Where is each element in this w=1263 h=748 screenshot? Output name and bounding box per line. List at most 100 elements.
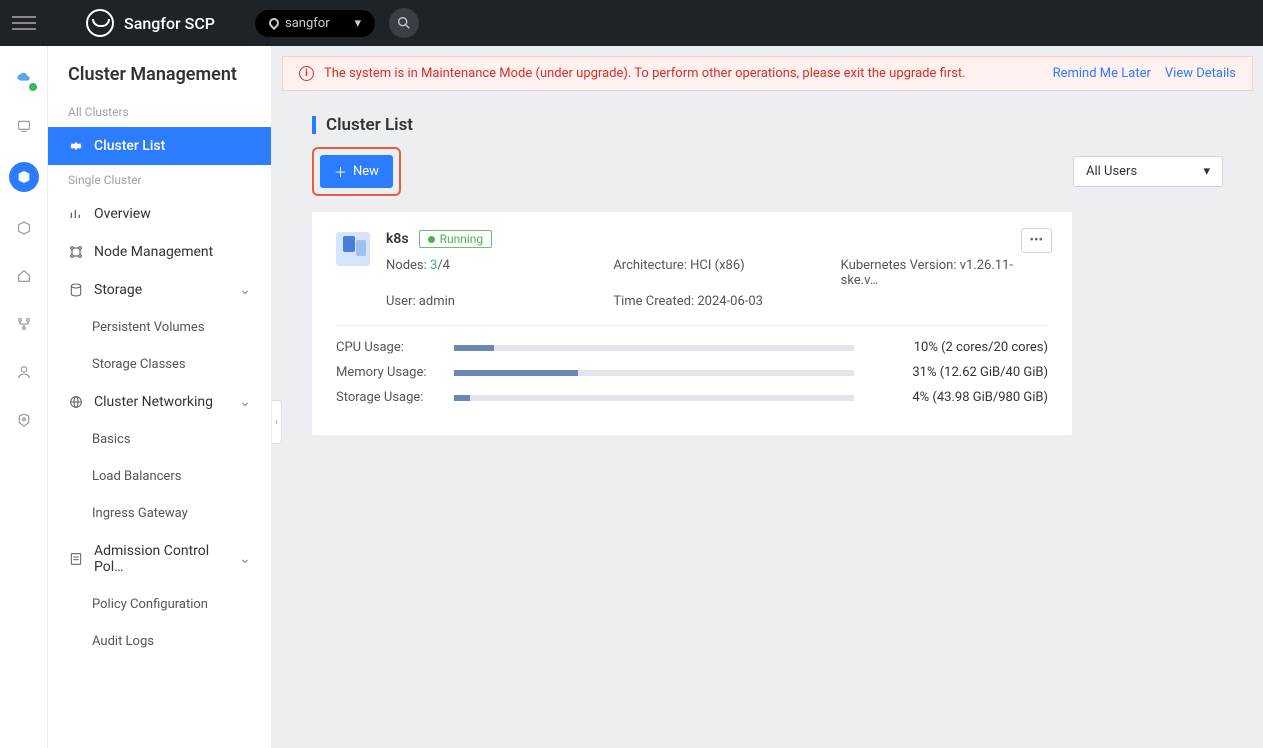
memory-value: 31% (12.62 GiB/40 GiB) (868, 365, 1048, 380)
sidebar-item-label: Ingress Gateway (92, 506, 188, 521)
chevron-down-icon: ⌄ (239, 551, 251, 567)
sidebar-collapse-handle[interactable]: ‹ (272, 400, 282, 444)
banner-message: The system is in Maintenance Mode (under… (324, 66, 966, 81)
meta-created: Time Created: 2024-06-03 (613, 294, 820, 309)
sidebar-title: Cluster Management (48, 46, 271, 97)
accent-bar (312, 116, 316, 134)
sidebar-item-overview[interactable]: Overview (48, 195, 271, 233)
storage-bar (454, 395, 854, 401)
nodes-icon (68, 244, 84, 260)
sidebar: Cluster Management All Clusters Cluster … (48, 46, 272, 748)
new-button[interactable]: ＋ New (320, 155, 393, 188)
storage-value: 4% (43.98 GiB/980 GiB) (868, 390, 1048, 405)
rail-cloud-icon[interactable] (12, 66, 36, 90)
meta-k8s-version: Kubernetes Version: v1.26.11-ske.v… (841, 258, 1048, 288)
sidebar-item-label: Policy Configuration (92, 597, 208, 612)
sidebar-item-audit[interactable]: Audit Logs (48, 623, 271, 660)
policy-icon (68, 551, 84, 567)
cpu-usage-row: CPU Usage: 10% (2 cores/20 cores) (336, 340, 1048, 355)
rail-shield-icon[interactable] (12, 408, 36, 432)
new-button-highlight: ＋ New (312, 147, 401, 196)
sidebar-item-label: Load Balancers (92, 469, 181, 484)
sidebar-item-label: Node Management (94, 244, 213, 260)
content-area: i The system is in Maintenance Mode (und… (272, 46, 1263, 748)
cpu-label: CPU Usage: (336, 340, 440, 355)
rail-home-icon[interactable] (12, 264, 36, 288)
org-selector[interactable]: sangfor ▾ (255, 10, 375, 37)
page-title: Cluster List (326, 115, 413, 135)
org-name: sangfor (285, 16, 330, 31)
brand: Sangfor SCP (86, 9, 215, 37)
chevron-down-icon: ⌄ (239, 282, 251, 298)
sidebar-item-label: Overview (94, 206, 151, 222)
sidebar-item-label: Cluster List (94, 138, 165, 154)
sidebar-item-acp[interactable]: Admission Control Pol… ⌄ (48, 532, 271, 586)
sidebar-item-networking[interactable]: Cluster Networking ⌄ (48, 383, 271, 421)
sidebar-item-policy[interactable]: Policy Configuration (48, 586, 271, 623)
more-actions-button[interactable]: ••• (1021, 228, 1053, 253)
sidebar-item-label: Basics (92, 432, 131, 447)
memory-label: Memory Usage: (336, 365, 440, 380)
sidebar-item-storage[interactable]: Storage ⌄ (48, 271, 271, 309)
sidebar-item-pv[interactable]: Persistent Volumes (48, 309, 271, 346)
brand-text: Sangfor SCP (124, 14, 215, 33)
status-dot-icon (428, 236, 435, 243)
chevron-down-icon: ▾ (354, 16, 361, 31)
sidebar-item-node-mgmt[interactable]: Node Management (48, 233, 271, 271)
plus-icon: ＋ (334, 162, 347, 181)
top-bar: Sangfor SCP sangfor ▾ (0, 0, 1263, 46)
rail-monitor-icon[interactable] (12, 114, 36, 138)
sidebar-item-label: Admission Control Pol… (94, 543, 229, 575)
user-filter-select[interactable]: All Users ▾ (1073, 156, 1223, 187)
sidebar-item-label: Persistent Volumes (92, 320, 205, 335)
storage-bar-fill (454, 395, 470, 401)
rail-branch-icon[interactable] (12, 312, 36, 336)
search-button[interactable] (389, 8, 419, 38)
cluster-card: ••• k8s Running Nodes: 3/4 Architecture:… (312, 212, 1072, 435)
menu-toggle-icon[interactable] (12, 11, 36, 35)
memory-usage-row: Memory Usage: 31% (12.62 GiB/40 GiB) (336, 365, 1048, 380)
sidebar-item-ingress[interactable]: Ingress Gateway (48, 495, 271, 532)
rail-cluster-icon[interactable] (9, 162, 39, 192)
meta-user: User: admin (386, 294, 593, 309)
remind-later-link[interactable]: Remind Me Later (1053, 66, 1151, 81)
location-icon (267, 16, 281, 30)
cluster-name[interactable]: k8s (386, 231, 409, 247)
memory-bar-fill (454, 370, 578, 376)
logo-icon (86, 9, 114, 37)
page-header: Cluster List (272, 91, 1263, 147)
view-details-link[interactable]: View Details (1165, 66, 1236, 81)
sidebar-item-label: Storage Classes (92, 357, 186, 372)
meta-nodes: Nodes: 3/4 (386, 258, 593, 288)
bars-icon (68, 206, 84, 222)
new-button-label: New (353, 164, 379, 179)
rail-hex-icon[interactable] (12, 216, 36, 240)
maintenance-banner: i The system is in Maintenance Mode (und… (282, 56, 1253, 91)
gear-icon (68, 138, 84, 154)
cluster-icon (336, 232, 370, 266)
cpu-bar (454, 345, 854, 351)
database-icon (68, 282, 84, 298)
sidebar-item-label: Audit Logs (92, 634, 154, 649)
status-badge: Running (419, 230, 493, 248)
rail-user-icon[interactable] (12, 360, 36, 384)
sidebar-item-basics[interactable]: Basics (48, 421, 271, 458)
cpu-value: 10% (2 cores/20 cores) (868, 340, 1048, 355)
cpu-bar-fill (454, 345, 494, 351)
search-icon (396, 15, 412, 31)
sidebar-section-single: Single Cluster (48, 165, 271, 195)
storage-label: Storage Usage: (336, 390, 440, 405)
sidebar-item-cluster-list[interactable]: Cluster List (48, 127, 271, 165)
globe-icon (68, 394, 84, 410)
chevron-down-icon: ▾ (1203, 164, 1210, 179)
meta-arch: Architecture: HCI (x86) (613, 258, 820, 288)
memory-bar (454, 370, 854, 376)
storage-usage-row: Storage Usage: 4% (43.98 GiB/980 GiB) (336, 390, 1048, 405)
divider (336, 325, 1048, 326)
status-dot-icon (28, 82, 38, 92)
sidebar-item-sc[interactable]: Storage Classes (48, 346, 271, 383)
sidebar-item-label: Storage (94, 282, 142, 298)
chevron-down-icon: ⌄ (239, 394, 251, 410)
icon-rail (0, 46, 48, 748)
sidebar-item-lb[interactable]: Load Balancers (48, 458, 271, 495)
